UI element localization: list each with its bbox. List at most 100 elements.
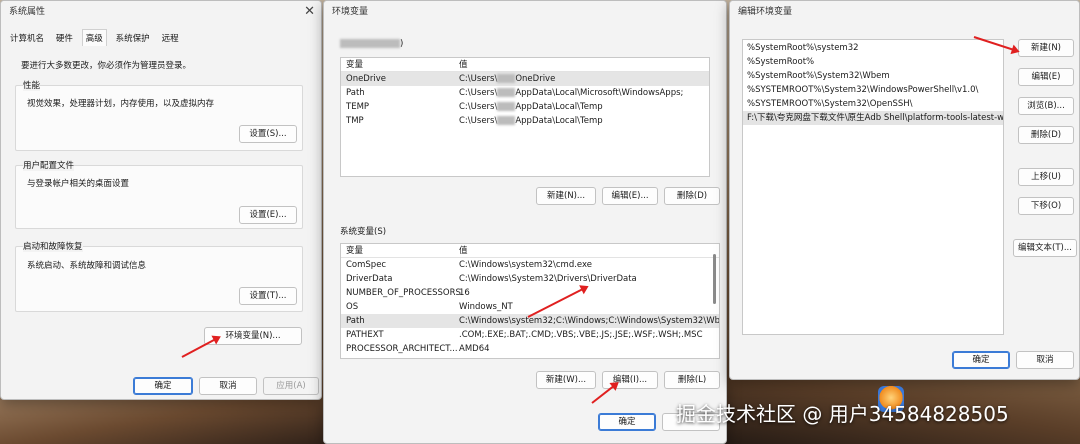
tab-system-protection[interactable]: 系统保护 [113, 30, 153, 46]
redacted-text [497, 88, 516, 97]
performance-desc: 视觉效果，处理器计划，内存使用，以及虚拟内存 [27, 99, 215, 109]
var-name: Path [346, 316, 365, 326]
var-name: DriverData [346, 274, 393, 284]
var-value: Windows_NT [459, 302, 513, 312]
list-item[interactable]: %SystemRoot% [743, 55, 1003, 69]
system-properties-window: 系统属性 ✕ 计算机名 硬件 高级 系统保护 远程 要进行大多数更改，你必须作为… [0, 0, 322, 400]
tab-advanced[interactable]: 高级 [81, 29, 107, 46]
list-item[interactable]: TMP C:\Users\ AppData\Local\Temp [341, 114, 709, 128]
list-item[interactable]: ComSpec C:\Windows\system32\cmd.exe [341, 258, 719, 272]
edit-env-variable-window: 编辑环境变量 %SystemRoot%\system32 %SystemRoot… [729, 0, 1080, 380]
user-delete-button[interactable]: 删除(D) [664, 187, 720, 205]
list-item[interactable]: OS Windows_NT [341, 300, 719, 314]
edit-env-titlebar: 编辑环境变量 [730, 1, 1079, 23]
var-value: C:\Users\ AppData\Local\Microsoft\Windows… [459, 86, 683, 100]
column-header-value[interactable]: 值 [459, 58, 468, 72]
redacted-text [497, 74, 516, 83]
var-value: .COM;.EXE;.BAT;.CMD;.VBS;.VBE;.JS;.JSE;.… [459, 330, 703, 340]
cancel-button[interactable]: 取消 [199, 377, 257, 395]
var-value-suffix: AppData\Local\Temp [515, 102, 603, 112]
edit-text-button[interactable]: 编辑文本(T)... [1013, 239, 1077, 257]
ok-button[interactable]: 确定 [133, 377, 193, 395]
window-title: 系统属性 [9, 7, 46, 17]
watermark-text: 掘金技术社区 @ 用户34584828505 [676, 402, 1009, 426]
var-value: C:\Users\ AppData\Local\Temp [459, 114, 603, 128]
performance-settings-button[interactable]: 设置(S)... [239, 125, 297, 143]
edit-entry-button[interactable]: 编辑(E) [1018, 68, 1074, 86]
envvars-titlebar: 环境变量 [324, 1, 726, 23]
close-icon[interactable]: ✕ [304, 1, 315, 23]
scrollbar[interactable] [713, 254, 716, 304]
tab-hardware[interactable]: 硬件 [53, 30, 76, 46]
ok-button[interactable]: 确定 [952, 351, 1010, 369]
user-vars-list[interactable]: 变量 值 OneDrive C:\Users\ OneDrive Path C:\Us… [340, 57, 710, 177]
var-name: Path [346, 88, 365, 98]
var-name: NUMBER_OF_PROCESSORS [346, 288, 461, 298]
list-item[interactable]: OneDrive C:\Users\ OneDrive [341, 72, 709, 86]
system-delete-button[interactable]: 删除(L) [664, 371, 720, 389]
path-entries-list[interactable]: %SystemRoot%\system32 %SystemRoot% %Syst… [742, 39, 1004, 335]
tab-remote[interactable]: 远程 [159, 30, 182, 46]
list-item[interactable]: DriverData C:\Windows\System32\Drivers\Dr… [341, 272, 719, 286]
var-value: 16 [459, 288, 470, 298]
list-item[interactable]: Path C:\Users\ AppData\Local\Microsoft\Win… [341, 86, 709, 100]
window-title: 编辑环境变量 [738, 7, 793, 17]
system-properties-titlebar: 系统属性 ✕ [1, 1, 321, 23]
window-title: 环境变量 [332, 7, 369, 17]
cancel-button[interactable]: 取消 [1016, 351, 1074, 369]
var-value: C:\Windows\System32\Drivers\DriverData [459, 274, 637, 284]
startup-desc: 系统启动、系统故障和调试信息 [27, 261, 147, 271]
browse-button[interactable]: 浏览(B)... [1018, 97, 1074, 115]
list-item[interactable]: %SYSTEMROOT%\System32\OpenSSH\ [743, 97, 1003, 111]
list-item[interactable]: %SYSTEMROOT%\System32\WindowsPowerShell\… [743, 83, 1003, 97]
list-item[interactable]: %SystemRoot%\system32 [743, 41, 1003, 55]
new-entry-button[interactable]: 新建(N) [1018, 39, 1074, 57]
admin-note: 要进行大多数更改，你必须作为管理员登录。 [21, 61, 192, 71]
list-item-selected[interactable]: F:\下载\夸克网盘下载文件\原生Adb Shell\platform-tool… [743, 111, 1003, 125]
user-new-button[interactable]: 新建(N)... [536, 187, 596, 205]
user-vars-header: 变量 值 [341, 58, 709, 72]
list-item[interactable]: NUMBER_OF_PROCESSORS 16 [341, 286, 719, 300]
startup-title: 启动和故障恢复 [23, 240, 83, 252]
profile-settings-button[interactable]: 设置(E)... [239, 206, 297, 224]
system-vars-section-label: 系统变量(S) [340, 227, 387, 237]
column-header-variable[interactable]: 变量 [346, 244, 363, 258]
user-vars-section-suffix: ) [400, 39, 404, 49]
column-header-value[interactable]: 值 [459, 244, 468, 258]
list-item[interactable]: PATHEXT .COM;.EXE;.BAT;.CMD;.VBS;.VBE;.JS… [341, 328, 719, 342]
move-down-button[interactable]: 下移(O) [1018, 197, 1074, 215]
system-new-button[interactable]: 新建(W)... [536, 371, 596, 389]
var-value: C:\Users\ AppData\Local\Temp [459, 100, 603, 114]
var-value-suffix: OneDrive [515, 74, 556, 84]
var-value: AMD64 [459, 344, 490, 354]
environment-variables-window: 环境变量 ) 变量 值 OneDrive C:\Users\ OneDrive Pa… [323, 0, 727, 444]
user-edit-button[interactable]: 编辑(E)... [602, 187, 658, 205]
list-item[interactable]: TEMP C:\Users\ AppData\Local\Temp [341, 100, 709, 114]
tab-computer-name[interactable]: 计算机名 [7, 30, 47, 46]
var-value: C:\Windows\system32\cmd.exe [459, 260, 593, 270]
var-value-suffix: AppData\Local\Microsoft\WindowsApps; [515, 88, 684, 98]
var-value-suffix: AppData\Local\Temp [515, 116, 603, 126]
list-item[interactable]: PROCESSOR_ARCHITECT... AMD64 [341, 342, 719, 356]
profile-title: 用户配置文件 [23, 159, 75, 171]
ok-button[interactable]: 确定 [598, 413, 656, 431]
var-name: PATHEXT [346, 330, 384, 340]
apply-button[interactable]: 应用(A) [263, 377, 319, 395]
system-vars-list[interactable]: 变量 值 ComSpec C:\Windows\system32\cmd.exe … [340, 243, 720, 359]
redacted-text [497, 102, 516, 111]
var-name: OneDrive [346, 74, 386, 84]
move-up-button[interactable]: 上移(U) [1018, 168, 1074, 186]
performance-title: 性能 [23, 79, 41, 91]
system-vars-header: 变量 值 [341, 244, 719, 258]
var-name: TMP [346, 116, 364, 126]
var-value-prefix: C:\Users\ [459, 102, 498, 112]
column-header-variable[interactable]: 变量 [346, 58, 363, 72]
startup-settings-button[interactable]: 设置(T)... [239, 287, 297, 305]
var-name: ComSpec [346, 260, 387, 270]
delete-entry-button[interactable]: 删除(D) [1018, 126, 1074, 144]
var-value-prefix: C:\Users\ [459, 116, 498, 126]
var-value: C:\Windows\system32;C:\Windows;C:\Window… [459, 316, 720, 326]
redacted-username [340, 39, 400, 48]
var-value-prefix: C:\Users\ [459, 88, 498, 98]
list-item[interactable]: %SystemRoot%\System32\Wbem [743, 69, 1003, 83]
